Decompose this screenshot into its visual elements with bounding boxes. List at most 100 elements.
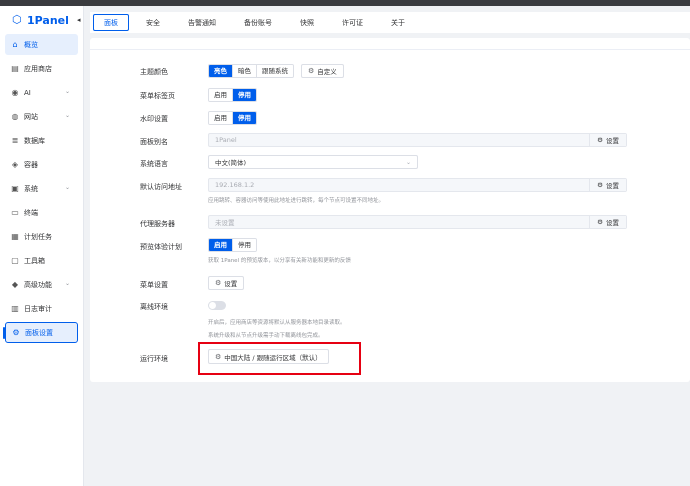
language-select[interactable]: 中文(简体) ⌄ <box>208 155 418 169</box>
segment-option[interactable]: 暗色 <box>233 65 257 77</box>
log-icon: ▥ <box>11 303 19 313</box>
default-address-input[interactable]: 192.168.1.2 ⚙ 设置 <box>208 178 627 192</box>
default-address-hint: 应用跳转、容器访问等使用此地址进行跳转，每个节点可设置不同地址。 <box>208 198 385 204</box>
default-address-set-label: 设置 <box>606 182 619 190</box>
chevron-down-icon: ⌄ <box>405 159 411 166</box>
sidebar-item-label: 面板设置 <box>25 328 53 337</box>
tab-6[interactable]: 许可证 <box>331 14 374 31</box>
sidebar-item-label: 高级功能 <box>24 280 52 289</box>
segment-option[interactable]: 启用 <box>209 239 233 251</box>
system-icon: ▣ <box>11 183 19 193</box>
store-icon: ▤ <box>11 63 19 73</box>
gear-icon: ⚙ <box>308 67 315 75</box>
segment-option[interactable]: 亮色 <box>209 65 233 77</box>
logo-icon: ⬡ <box>12 13 22 26</box>
proxy-set-button[interactable]: ⚙ 设置 <box>589 216 626 228</box>
custom-theme-button[interactable]: ⚙ 自定义 <box>301 64 344 78</box>
sidebar-item-2[interactable]: ▤ 应用商店 <box>5 58 78 79</box>
sidebar-item-4[interactable]: ◍ 网站 ⌄ <box>5 106 78 127</box>
sidebar-item-3[interactable]: ◉ AI ⌄ <box>5 82 78 103</box>
sidebar-item-7[interactable]: ▣ 系统 ⌄ <box>5 178 78 199</box>
menu-settings-controls: ⚙ 设置 <box>208 276 245 290</box>
sidebar-item-label: 日志审计 <box>24 304 52 313</box>
diamond-icon: ◆ <box>11 279 19 289</box>
sidebar-item-label: 工具箱 <box>24 256 45 265</box>
panel-alias-set-button[interactable]: ⚙ 设置 <box>589 134 626 146</box>
menu-settings-button-label: 设置 <box>224 280 238 288</box>
segment-option[interactable]: 停用 <box>233 89 256 101</box>
theme-segmented: 亮色 暗色 跟随系统 <box>208 64 294 78</box>
segment-option[interactable]: 启用 <box>209 89 233 101</box>
sidebar-item-9[interactable]: ▦ 计划任务 <box>5 226 78 247</box>
gear-icon: ⚙ <box>597 181 603 189</box>
toolbox-icon: ▢ <box>11 255 19 265</box>
proxy-label: 代理服务器 <box>140 220 175 228</box>
sidebar-item-label: AI <box>24 88 31 97</box>
sidebar-item-1[interactable]: ⌂ 概览 <box>5 34 78 55</box>
tab-5[interactable]: 快照 <box>289 14 325 31</box>
proxy-value: 未设置 <box>215 219 235 227</box>
calendar-icon: ▦ <box>11 231 19 241</box>
watermark-controls: 启用 停用 <box>208 111 257 125</box>
chevron-down-icon: ⌄ <box>64 184 70 191</box>
sidebar-item-5[interactable]: ≣ 数据库 <box>5 130 78 151</box>
menu-settings-label: 菜单设置 <box>140 281 168 289</box>
default-address-set-button[interactable]: ⚙ 设置 <box>589 179 626 191</box>
preview-plan-hint: 获取 1Panel 的预览版本，以分享有关新功能和更新的反馈 <box>208 258 351 264</box>
offline-switch[interactable] <box>208 301 226 310</box>
sidebar-item-label: 终端 <box>24 208 38 217</box>
settings-panel: 主题颜色 亮色 暗色 跟随系统 ⚙ 自定义 菜单标签页 启用 停用 水印设置 启用 停用 … <box>90 38 690 382</box>
tab-2[interactable]: 安全 <box>135 14 171 31</box>
tab-3[interactable]: 告警通知 <box>177 14 227 31</box>
collapse-sidebar-icon[interactable]: ◂ <box>77 16 81 24</box>
sidebar-item-10[interactable]: ▢ 工具箱 <box>5 250 78 271</box>
home-icon: ⌂ <box>12 39 18 49</box>
sidebar-item-6[interactable]: ◈ 容器 <box>5 154 78 175</box>
segment-option[interactable]: 跟随系统 <box>257 65 293 77</box>
panel-alias-value: 1Panel <box>215 136 237 144</box>
container-icon: ◈ <box>11 159 19 169</box>
chevron-down-icon: ⌄ <box>64 112 70 119</box>
watermark-label: 水印设置 <box>140 115 168 123</box>
tab-1[interactable]: 面板 <box>93 14 129 31</box>
sidebar-item-label: 容器 <box>24 160 38 169</box>
menu-settings-button[interactable]: ⚙ 设置 <box>208 276 245 290</box>
globe-icon: ◍ <box>11 111 19 121</box>
offline-controls <box>208 301 226 310</box>
panel-alias-input[interactable]: 1Panel ⚙ 设置 <box>208 133 627 147</box>
sidebar-item-13[interactable]: ⚙ 面板设置 <box>3 322 78 343</box>
database-icon: ≣ <box>11 135 19 145</box>
segment-option[interactable]: 停用 <box>233 239 256 251</box>
tab-4[interactable]: 备份账号 <box>233 14 283 31</box>
segment-option[interactable]: 启用 <box>209 112 233 124</box>
offline-label: 离线环境 <box>140 303 168 311</box>
custom-theme-label: 自定义 <box>317 68 337 76</box>
robot-icon: ◉ <box>11 87 19 97</box>
preview-plan-controls: 启用 停用 <box>208 238 257 252</box>
sidebar-item-label: 计划任务 <box>24 232 52 241</box>
brand: ⬡ 1Panel <box>0 6 83 34</box>
panel-alias-label: 面板别名 <box>140 138 168 146</box>
offline-hint-2: 系统升级和从节点升级需手动下载离线包完成。 <box>208 333 324 339</box>
gear-icon: ⚙ <box>215 279 222 287</box>
default-address-label: 默认访问地址 <box>140 183 182 191</box>
tab-bar: 面板 安全 告警通知 备份账号 快照 许可证 关于 <box>90 12 690 33</box>
sidebar-item-8[interactable]: ▭ 终端 <box>5 202 78 223</box>
sidebar-item-12[interactable]: ▥ 日志审计 <box>5 298 78 319</box>
proxy-input[interactable]: 未设置 ⚙ 设置 <box>208 215 627 229</box>
sidebar-item-11[interactable]: ◆ 高级功能 ⌄ <box>5 274 78 295</box>
segment-option[interactable]: 停用 <box>233 112 256 124</box>
sidebar-item-label: 概览 <box>24 40 38 49</box>
terminal-icon: ▭ <box>11 207 19 217</box>
proxy-set-label: 设置 <box>606 219 619 227</box>
gear-icon: ⚙ <box>12 327 20 337</box>
menu-tab-segmented: 启用 停用 <box>208 88 257 102</box>
sidebar-item-label: 系统 <box>24 184 38 193</box>
sidebar-menu: ⌂ 概览 ▤ 应用商店 ◉ AI ⌄ ◍ 网站 ⌄ ≣ 数据库 ◈ 容器 ▣ 系统 ⌄ ▭ 终端 ▦ 计划任务 ▢ 工具箱 ◆… <box>0 34 83 343</box>
tab-7[interactable]: 关于 <box>380 14 416 31</box>
gear-icon: ⚙ <box>597 218 603 226</box>
preview-plan-label: 预览体验计划 <box>140 243 182 251</box>
offline-hint-1: 开启后，应用商店等资源将默认从服务器本地目录读取。 <box>208 320 346 326</box>
chevron-down-icon: ⌄ <box>64 88 70 95</box>
theme-label: 主题颜色 <box>140 68 168 76</box>
